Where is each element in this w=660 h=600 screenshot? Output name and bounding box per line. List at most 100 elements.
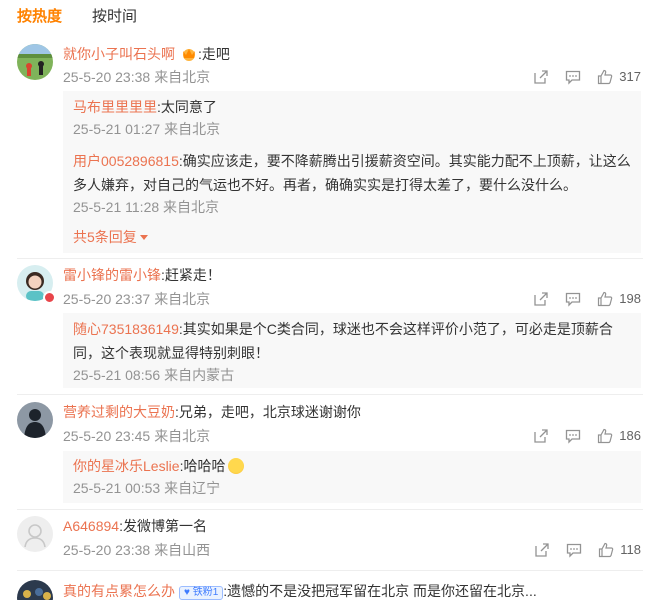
reply-username[interactable]: 马布里里里里 [73,99,157,115]
fan-level-label: 铁粉1 [192,587,219,598]
reply-meta: 25-5-21 08:56 来自内蒙古 [73,365,631,385]
comment-body: 雷小锋的雷小锋:赶紧走！ [63,265,221,285]
divider [17,570,643,571]
comment-time: 25-5-20 23:45 [63,428,151,444]
divider [17,509,643,510]
tab-by-time[interactable]: 按时间 [92,5,137,29]
avatar[interactable] [17,516,53,552]
reply-location: 来自内蒙古 [164,367,235,383]
comment-text: :走吧 [198,46,230,62]
more-replies-label: 共5条回复 [73,229,137,245]
comment-meta: 25-5-20 23:45 来自北京 [63,426,210,446]
like-count: 118 [620,542,641,557]
reply-list: 马布里里里里:太同意了 25-5-21 01:27 来自北京 用户0052896… [63,91,641,253]
comment-meta: 25-5-20 23:38 来自山西 [63,540,210,560]
reply-username[interactable]: 你的星冰乐Leslie [73,458,180,474]
like-button[interactable]: 186 [597,426,641,446]
share-button[interactable] [533,69,549,85]
divider [17,258,643,259]
reply-button[interactable] [566,542,582,558]
reply-text: :太同意了 [157,99,217,115]
reply-meta: 25-5-21 00:53 来自辽宁 [73,478,631,498]
avatar[interactable] [17,580,53,600]
comment-location: 来自北京 [154,428,211,444]
dark-figure-avatar-icon [17,402,53,438]
reply-time: 25-5-21 08:56 [73,367,161,383]
comment-location: 来自北京 [154,69,211,85]
share-icon [534,429,548,443]
comment-username[interactable]: 营养过剩的大豆奶 [63,404,175,420]
reply-meta: 25-5-21 01:27 来自北京 [73,119,631,139]
comment-time: 25-5-20 23:38 [63,542,151,558]
comment-username[interactable]: 就你小子叫石头啊 [63,46,175,62]
comment-actions: 198 [533,289,641,309]
reply-list: 随心7351836149:其实如果是个C类合同，球迷也不会这样评价小范了，可必走… [63,313,641,388]
comment-location: 来自山西 [154,542,211,558]
reply-button[interactable] [565,291,581,307]
like-count: 317 [619,69,641,84]
comment-text: :发微博第一名 [119,518,207,534]
more-replies-button[interactable]: 共5条回复 [73,227,148,247]
comment-icon [567,543,582,558]
like-button[interactable]: 198 [597,289,641,309]
reply-meta: 25-5-21 11:28 来自北京 [73,197,631,217]
reply-time: 25-5-21 01:27 [73,121,161,137]
comment-location: 来自北京 [154,291,211,307]
comment-body: 真的有点累怎么办 ♥ 铁粉1:遗憾的不是没把冠军留在北京 而是你还留在北京... [63,581,537,600]
reply-item: 用户0052896815:确实应该走，要不降薪腾出引援薪资空间。其实能力配不上顶… [73,149,631,217]
crown-badge-icon [183,49,195,61]
comment-username[interactable]: 真的有点累怎么办 [63,583,175,599]
thumbs-up-icon [598,428,613,444]
comment-username[interactable]: A646894 [63,518,119,534]
thumbs-up-icon [598,291,613,307]
thumbs-up-icon [598,69,613,85]
comment-meta: 25-5-20 23:38 来自北京 [63,67,210,87]
soccer-field-avatar-icon [17,44,53,80]
like-button[interactable]: 317 [597,67,641,87]
like-count: 198 [619,291,641,306]
share-button[interactable] [533,428,549,444]
avatar[interactable] [17,402,53,438]
comment-actions: 118 [534,540,641,560]
comment-text: :兄弟，走吧，北京球迷谢谢你 [175,404,361,420]
comment-text: :遗憾的不是没把冠军留在北京 而是你还留在北京... [223,583,537,599]
reply-location: 来自北京 [164,121,221,137]
reply-location: 来自辽宁 [164,480,221,496]
share-button[interactable] [533,291,549,307]
comment-text: :赶紧走！ [161,267,221,283]
divider [17,394,643,395]
reply-button[interactable] [565,69,581,85]
avatar[interactable] [17,44,53,80]
reply-username[interactable]: 随心7351836149 [73,321,179,337]
share-button[interactable] [534,542,550,558]
comment-body: 营养过剩的大豆奶:兄弟，走吧，北京球迷谢谢你 [63,402,361,422]
share-icon [534,292,548,306]
sort-tabs: 按热度 按时间 [17,5,137,29]
comment-username[interactable]: 雷小锋的雷小锋 [63,267,161,283]
caret-down-icon [139,235,148,240]
reply-button[interactable] [565,428,581,444]
reply-username[interactable]: 用户0052896815 [73,153,179,169]
reply-text: :哈哈哈 [179,458,226,474]
share-icon [534,70,548,84]
comment-actions: 186 [533,426,641,446]
reply-item: 你的星冰乐Leslie:哈哈哈 25-5-21 00:53 来自辽宁 [73,454,631,498]
comment-meta: 25-5-20 23:37 来自北京 [63,289,210,309]
reply-item: 随心7351836149:其实如果是个C类合同，球迷也不会这样评价小范了，可必走… [73,317,631,385]
reply-location: 来自北京 [163,199,220,215]
comment-time: 25-5-20 23:38 [63,69,151,85]
crowd-avatar-icon [17,580,53,600]
reply-list: 你的星冰乐Leslie:哈哈哈 25-5-21 00:53 来自辽宁 [63,451,641,503]
thumbs-up-icon [599,542,614,558]
verified-badge-icon [43,291,56,304]
reply-time: 25-5-21 00:53 [73,480,161,496]
laughing-emoji-icon [228,458,245,474]
fan-level-badge: ♥ 铁粉1 [179,586,224,600]
like-button[interactable]: 118 [598,540,641,560]
comment-icon [566,292,581,307]
comment-body: 就你小子叫石头啊 :走吧 [63,44,230,64]
tab-by-hot[interactable]: 按热度 [17,5,62,29]
reply-item: 马布里里里里:太同意了 25-5-21 01:27 来自北京 [73,95,631,139]
comment-body: A646894:发微博第一名 [63,516,207,536]
comment-time: 25-5-20 23:37 [63,291,151,307]
